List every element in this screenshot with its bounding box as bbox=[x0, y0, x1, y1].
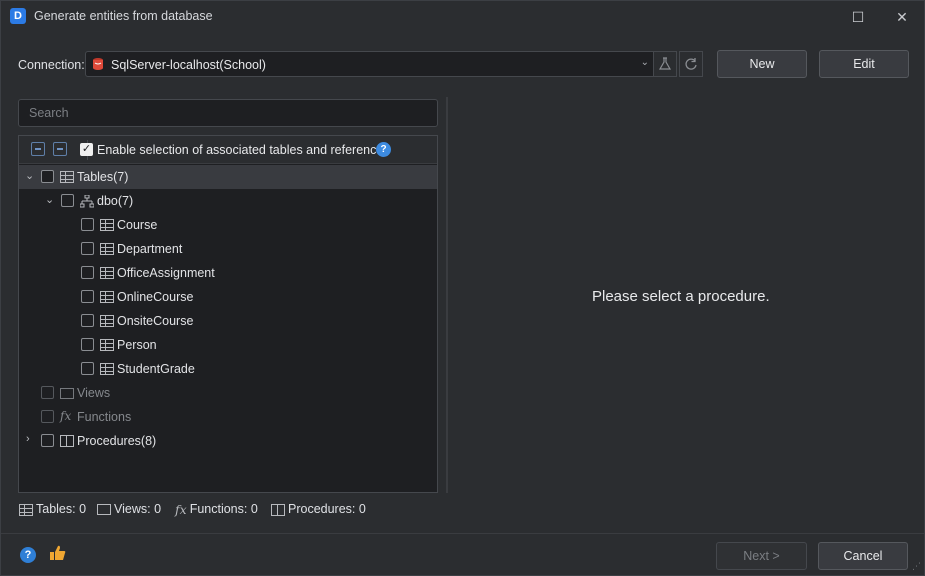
tables-checkbox[interactable] bbox=[41, 170, 54, 183]
tables-count: Tables: 0 bbox=[19, 502, 86, 516]
chevron-down-icon[interactable]: ⌄ bbox=[641, 57, 649, 68]
schema-icon bbox=[80, 195, 94, 208]
table-icon bbox=[100, 363, 114, 375]
table-icon bbox=[100, 243, 114, 255]
table-label: OnlineCourse bbox=[117, 290, 194, 304]
functions-count-text: Functions: 0 bbox=[189, 502, 258, 516]
tree-node-schema[interactable]: ⌄ dbo(7) bbox=[19, 189, 437, 213]
tables-label: Tables(7) bbox=[77, 170, 129, 184]
procedure-icon bbox=[60, 435, 74, 447]
schema-checkbox[interactable] bbox=[61, 194, 74, 207]
table-label: Department bbox=[117, 242, 183, 256]
table-checkbox[interactable] bbox=[81, 266, 94, 279]
table-icon bbox=[60, 171, 74, 183]
table-icon bbox=[100, 315, 114, 327]
new-connection-button[interactable]: New bbox=[717, 50, 807, 78]
refresh-button[interactable] bbox=[679, 51, 703, 77]
tree-node-tables[interactable]: ⌄ Tables(7) bbox=[19, 165, 437, 189]
window-title: Generate entities from database bbox=[34, 9, 213, 23]
views-label: Views bbox=[77, 386, 111, 400]
table-label: StudentGrade bbox=[117, 362, 195, 376]
test-connection-button[interactable] bbox=[653, 51, 677, 77]
schema-label: dbo(7) bbox=[97, 194, 134, 208]
edit-connection-button[interactable]: Edit bbox=[819, 50, 909, 78]
table-checkbox[interactable] bbox=[81, 338, 94, 351]
next-button[interactable]: Next > bbox=[716, 542, 807, 570]
tree-node-views: Views bbox=[19, 381, 437, 405]
enable-associated-checkbox[interactable]: ✓ bbox=[80, 143, 93, 156]
thumbs-up-icon[interactable] bbox=[49, 544, 67, 567]
close-icon[interactable]: ✕ bbox=[892, 7, 912, 27]
tree-node-table[interactable]: OnlineCourse bbox=[19, 285, 437, 309]
refresh-icon bbox=[685, 58, 697, 70]
maximize-icon[interactable]: ☐ bbox=[848, 7, 868, 27]
collapse-all-icon[interactable] bbox=[31, 142, 45, 156]
footer-divider bbox=[1, 533, 924, 534]
tree-node-functions: fx Functions bbox=[19, 405, 437, 429]
chevron-down-icon[interactable]: ⌄ bbox=[45, 193, 54, 206]
function-icon: fx bbox=[175, 502, 187, 518]
thumbs-up-icon bbox=[50, 545, 66, 560]
table-label: Course bbox=[117, 218, 158, 232]
connection-select[interactable]: SqlServer-localhost(School) ⌄ bbox=[85, 51, 656, 77]
database-icon bbox=[93, 58, 103, 70]
chevron-right-icon[interactable]: › bbox=[26, 433, 30, 445]
tree-node-table[interactable]: Course bbox=[19, 213, 437, 237]
cancel-button[interactable]: Cancel bbox=[818, 542, 908, 570]
procedures-count-text: Procedures: 0 bbox=[288, 502, 366, 516]
views-checkbox bbox=[41, 386, 54, 399]
help-icon[interactable]: ? bbox=[20, 547, 36, 563]
table-label: OfficeAssignment bbox=[117, 266, 215, 280]
views-count: Views: 0 bbox=[97, 502, 161, 516]
table-checkbox[interactable] bbox=[81, 218, 94, 231]
functions-checkbox bbox=[41, 410, 54, 423]
resize-grip-icon[interactable]: ⋰ bbox=[912, 561, 921, 572]
splitter[interactable] bbox=[446, 97, 448, 493]
help-icon[interactable]: ? bbox=[376, 142, 391, 157]
tree-toolbar: ✓ Enable selection of associated tables … bbox=[19, 136, 437, 164]
chevron-down-icon[interactable]: ⌄ bbox=[25, 169, 34, 182]
connection-value: SqlServer-localhost(School) bbox=[111, 58, 266, 72]
procedure-icon bbox=[271, 503, 285, 516]
table-checkbox[interactable] bbox=[81, 362, 94, 375]
function-icon: fx bbox=[60, 409, 72, 423]
procedures-label: Procedures(8) bbox=[77, 434, 157, 448]
table-icon bbox=[100, 267, 114, 279]
tree-node-table[interactable]: Person bbox=[19, 333, 437, 357]
details-message: Please select a procedure. bbox=[592, 288, 770, 305]
expand-all-icon[interactable] bbox=[53, 142, 67, 156]
search-input[interactable] bbox=[18, 99, 438, 127]
views-count-text: Views: 0 bbox=[114, 502, 162, 516]
tree-node-table[interactable]: Department bbox=[19, 237, 437, 261]
enable-associated-label: Enable selection of associated tables an… bbox=[97, 143, 390, 157]
view-icon bbox=[60, 388, 74, 399]
table-icon bbox=[100, 339, 114, 351]
table-icon bbox=[100, 291, 114, 303]
procedures-count: Procedures: 0 bbox=[271, 502, 366, 516]
tree-node-procedures[interactable]: › Procedures(8) bbox=[19, 429, 437, 453]
tree-node-table[interactable]: StudentGrade bbox=[19, 357, 437, 381]
functions-label: Functions bbox=[77, 410, 132, 424]
tree-node-table[interactable]: OnsiteCourse bbox=[19, 309, 437, 333]
table-icon bbox=[100, 219, 114, 231]
table-icon bbox=[19, 503, 33, 516]
title-bar: D Generate entities from database ☐ ✕ bbox=[1, 1, 924, 33]
app-icon: D bbox=[10, 8, 26, 24]
tree-node-table[interactable]: OfficeAssignment bbox=[19, 261, 437, 285]
table-checkbox[interactable] bbox=[81, 290, 94, 303]
table-checkbox[interactable] bbox=[81, 242, 94, 255]
view-icon bbox=[97, 504, 111, 516]
flask-icon bbox=[658, 57, 672, 70]
dialog-window: D Generate entities from database ☐ ✕ Co… bbox=[0, 0, 925, 576]
procedures-checkbox[interactable] bbox=[41, 434, 54, 447]
table-checkbox[interactable] bbox=[81, 314, 94, 327]
object-tree-panel: ✓ Enable selection of associated tables … bbox=[18, 135, 438, 493]
tables-count-text: Tables: 0 bbox=[36, 502, 87, 516]
functions-count: fx Functions: 0 bbox=[175, 502, 258, 517]
table-label: Person bbox=[117, 338, 157, 352]
table-label: OnsiteCourse bbox=[117, 314, 194, 328]
connection-label: Connection: bbox=[18, 58, 85, 72]
